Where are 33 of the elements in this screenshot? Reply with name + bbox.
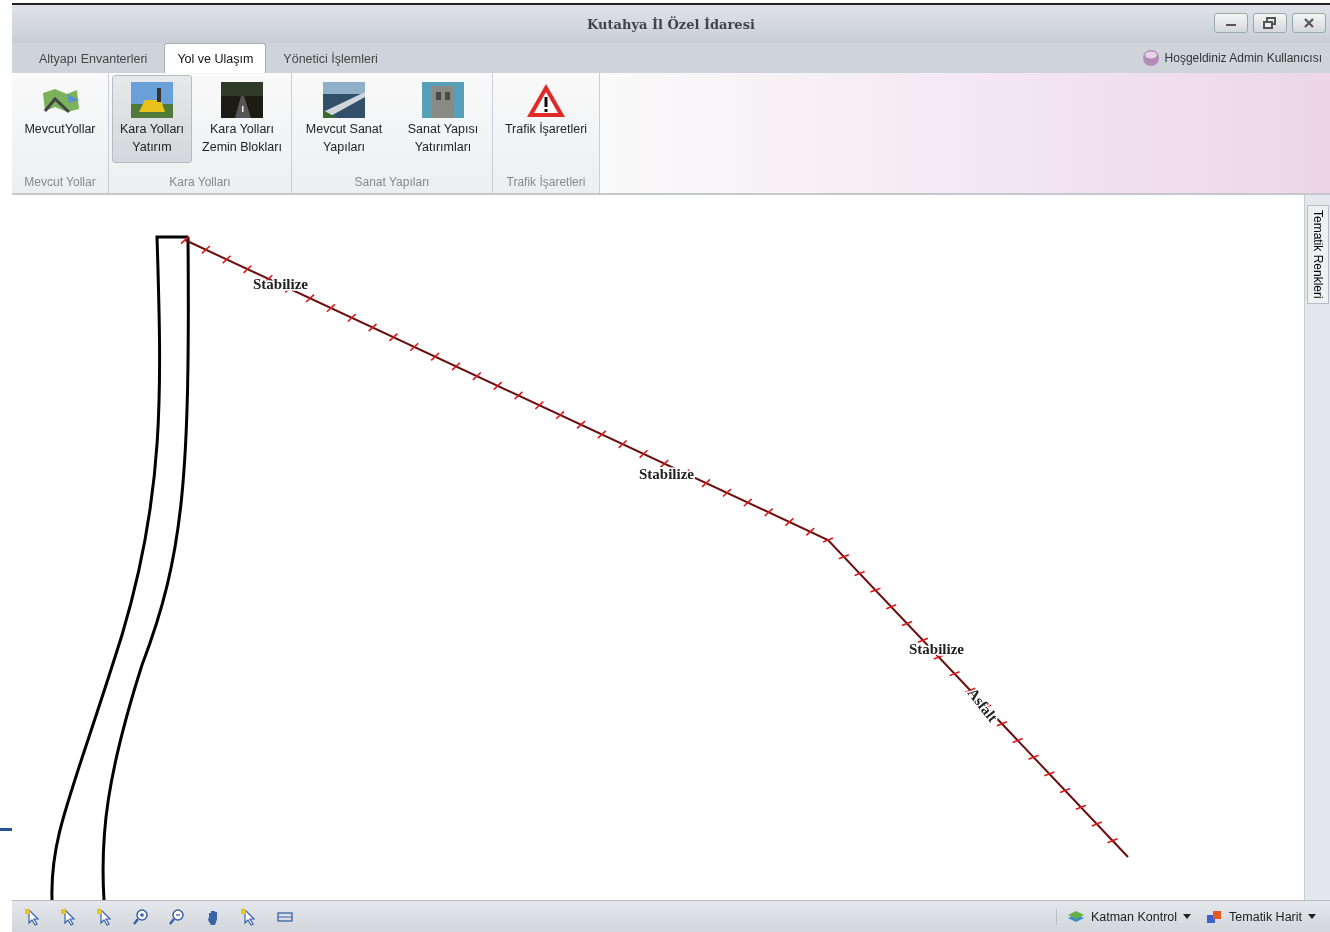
ribbon-button[interactable]: Sanat Yapısı Yatırımları <box>397 75 489 163</box>
ribbon-button[interactable]: Mevcut Sanat Yapıları <box>295 75 393 163</box>
dropdown-button[interactable]: Tematik Harit <box>1205 908 1316 925</box>
night-road-icon <box>221 82 263 118</box>
restore-button[interactable] <box>1253 13 1287 33</box>
ribbon-tab[interactable]: Yönetici İşlemleri <box>270 43 391 73</box>
user-orb-icon <box>1141 49 1160 67</box>
ribbon-group-label: Mevcut Yollar <box>23 174 97 191</box>
layers-icon <box>1066 908 1085 925</box>
caret-icon <box>1183 914 1192 919</box>
dropdown-button[interactable]: Katman Kontrol <box>1066 908 1192 925</box>
minimize-button[interactable] <box>1214 13 1248 33</box>
ribbon-button[interactable]: Kara Yolları Yatırım <box>112 75 192 163</box>
restore-icon <box>1263 17 1277 29</box>
ribbon-tab[interactable]: Altyapı Envanterleri <box>26 43 161 73</box>
bridge-icon <box>323 82 365 118</box>
close-button[interactable] <box>1292 13 1326 33</box>
ribbon-button[interactable]: Trafik İşaretleri <box>496 75 596 163</box>
window-title: Kutahya İl Özel İdaresi <box>587 16 755 32</box>
close-icon <box>1303 17 1315 29</box>
cubes-icon <box>1205 908 1224 925</box>
stone-structure-icon <box>422 82 464 118</box>
road-surface-label: Stabilize <box>639 466 694 482</box>
ribbon-tab[interactable]: Yol ve Ulaşım <box>164 43 267 73</box>
ribbon-group-label: Trafik İşaretleri <box>505 174 587 191</box>
ribbon-button[interactable]: Kara Yolları Zemin Blokları <box>196 75 288 163</box>
road-machine-icon <box>131 82 173 118</box>
caret-icon <box>1308 914 1316 919</box>
ribbon-group-label: Sanat Yapıları <box>353 174 431 191</box>
welcome-text: Hoşgeldiniz Admin Kullanıcısı <box>1164 51 1322 65</box>
ribbon-button[interactable]: MevcutYollar <box>15 75 105 163</box>
ribbon-group-label: Kara Yolları <box>168 174 232 191</box>
side-panel-tab[interactable]: Tematik Renkleri <box>1307 205 1329 304</box>
